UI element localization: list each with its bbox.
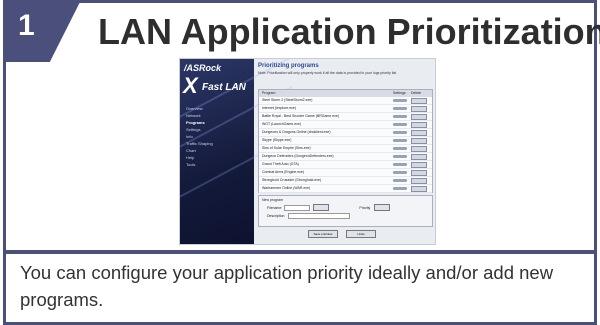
filename-field[interactable] xyxy=(284,204,311,211)
table-row[interactable]: Combat Arms (Engine.exe) xyxy=(259,169,432,177)
program-name: Combat Arms (Engine.exe) xyxy=(262,170,305,174)
program-table: Program Settings Delete Steel Storm 2 (S… xyxy=(258,89,433,193)
table-header: Program Settings Delete xyxy=(259,90,432,97)
add-button[interactable] xyxy=(374,204,391,211)
program-name: Skype (Skype.exe) xyxy=(262,138,292,142)
col-delete: Delete xyxy=(411,91,422,95)
col-program: Program xyxy=(262,91,276,95)
description-text: You can configure your application prior… xyxy=(20,262,554,310)
col-settings: Settings xyxy=(393,91,406,95)
step-badge xyxy=(3,0,81,62)
search-button[interactable] xyxy=(313,204,330,211)
nav-item[interactable]: Settings xyxy=(186,126,213,133)
table-row[interactable]: Internet (iexplore.exe) xyxy=(259,105,432,113)
delete-button[interactable] xyxy=(411,97,429,104)
delete-button[interactable] xyxy=(411,113,429,120)
undo-button[interactable]: Undo xyxy=(346,230,376,238)
delete-button[interactable] xyxy=(411,145,429,152)
program-name: Warhammer Online (WAR.exe) xyxy=(262,186,311,190)
filename-label: Filename xyxy=(267,205,282,210)
table-row[interactable]: Skype (Skype.exe) xyxy=(259,137,432,145)
table-row[interactable]: Stronghold Crusader (Stronghold.exe) xyxy=(259,177,432,185)
nav-item[interactable]: Tools xyxy=(186,161,213,168)
program-name: Stronghold Crusader (Stronghold.exe) xyxy=(262,178,322,182)
delete-button[interactable] xyxy=(411,169,429,176)
priority-label: Priority xyxy=(359,205,371,210)
program-name: Sins of Solar Empire (Sins.exe) xyxy=(262,146,311,150)
app-nav: Overview Network Programs Settings Info … xyxy=(186,105,213,168)
table-row[interactable]: Steel Storm 2 (SteelStorm2.exe) xyxy=(259,97,432,105)
divider xyxy=(6,250,594,254)
step-number: 1 xyxy=(18,9,35,42)
step-card: 1 LAN Application Prioritization /ASRock… xyxy=(3,0,600,325)
app-sidebar: /ASRock X Fast LAN Overview Network Prog… xyxy=(180,59,293,244)
program-name: Dungeon Defenders (DungeonDefenders.exe) xyxy=(262,154,334,158)
table-row[interactable]: Sins of Solar Empire (Sins.exe) xyxy=(259,145,432,153)
delete-button[interactable] xyxy=(411,137,429,144)
nav-item[interactable]: Info xyxy=(186,133,213,140)
delete-button[interactable] xyxy=(411,129,429,136)
app-main: Prioritizing programs Note: Prioritizati… xyxy=(258,63,433,241)
description-label: Description xyxy=(267,214,285,218)
table-row[interactable]: WOT (LaunchGame.exe) xyxy=(259,121,432,129)
x-logo-icon: X xyxy=(183,73,198,98)
new-program-label: New program xyxy=(262,198,284,202)
program-name: WOT (LaunchGame.exe) xyxy=(262,122,302,126)
nav-item-programs[interactable]: Programs xyxy=(186,119,213,126)
priority-slider[interactable] xyxy=(393,105,411,112)
program-name: Dungeons & Dragons Online (dndclient.exe… xyxy=(262,130,331,134)
table-row[interactable]: Dungeon Defenders (DungeonDefenders.exe) xyxy=(259,153,432,161)
panel-title: Prioritizing programs xyxy=(258,63,319,69)
priority-slider[interactable] xyxy=(393,121,411,128)
priority-slider[interactable] xyxy=(393,153,411,160)
program-name: Battle Royal - Best Shooter Game (BRGame… xyxy=(262,114,340,118)
priority-slider[interactable] xyxy=(393,129,411,136)
panel-note: Note: Prioritization will only properly … xyxy=(258,71,398,75)
table-row[interactable]: Battle Royal - Best Shooter Game (BRGame… xyxy=(259,113,432,121)
priority-slider[interactable] xyxy=(393,145,411,152)
nav-item[interactable]: Traffic Shaping xyxy=(186,140,213,147)
description-row: Description xyxy=(267,213,424,219)
nav-item[interactable]: Help xyxy=(186,154,213,161)
delete-button[interactable] xyxy=(411,185,429,192)
program-name: Internet (iexplore.exe) xyxy=(262,106,297,110)
table-row[interactable]: Warhammer Online (WAR.exe) xyxy=(259,185,432,193)
priority-slider[interactable] xyxy=(393,97,411,104)
priority-slider[interactable] xyxy=(393,185,411,192)
priority-slider[interactable] xyxy=(393,177,411,184)
footer-buttons: Save priorities Undo xyxy=(308,230,376,238)
priority-slider[interactable] xyxy=(393,169,411,176)
delete-button[interactable] xyxy=(411,105,429,112)
new-program-panel: New program Filename Priority Descriptio… xyxy=(258,195,433,227)
priority-slider[interactable] xyxy=(393,113,411,120)
priority-slider[interactable] xyxy=(393,161,411,168)
program-name: Grand Theft Auto (GTA) xyxy=(262,162,299,166)
delete-button[interactable] xyxy=(411,121,429,128)
delete-button[interactable] xyxy=(411,161,429,168)
table-row[interactable]: Grand Theft Auto (GTA) xyxy=(259,161,432,169)
app-screenshot: /ASRock X Fast LAN Overview Network Prog… xyxy=(179,58,436,245)
nav-item[interactable]: Overview xyxy=(186,105,213,112)
filename-row: Filename Priority xyxy=(267,204,424,211)
priority-slider[interactable] xyxy=(393,137,411,144)
save-priorities-button[interactable]: Save priorities xyxy=(308,230,338,238)
table-row[interactable]: Dungeons & Dragons Online (dndclient.exe… xyxy=(259,129,432,137)
brand-logo: /ASRock xyxy=(184,63,222,73)
delete-button[interactable] xyxy=(411,153,429,160)
description-field[interactable] xyxy=(287,213,350,219)
nav-item[interactable]: Chart xyxy=(186,147,213,154)
nav-item[interactable]: Network xyxy=(186,112,213,119)
delete-button[interactable] xyxy=(411,177,429,184)
page-title: LAN Application Prioritization xyxy=(98,11,600,52)
program-name: Steel Storm 2 (SteelStorm2.exe) xyxy=(262,98,313,102)
product-name: Fast LAN xyxy=(202,82,246,93)
